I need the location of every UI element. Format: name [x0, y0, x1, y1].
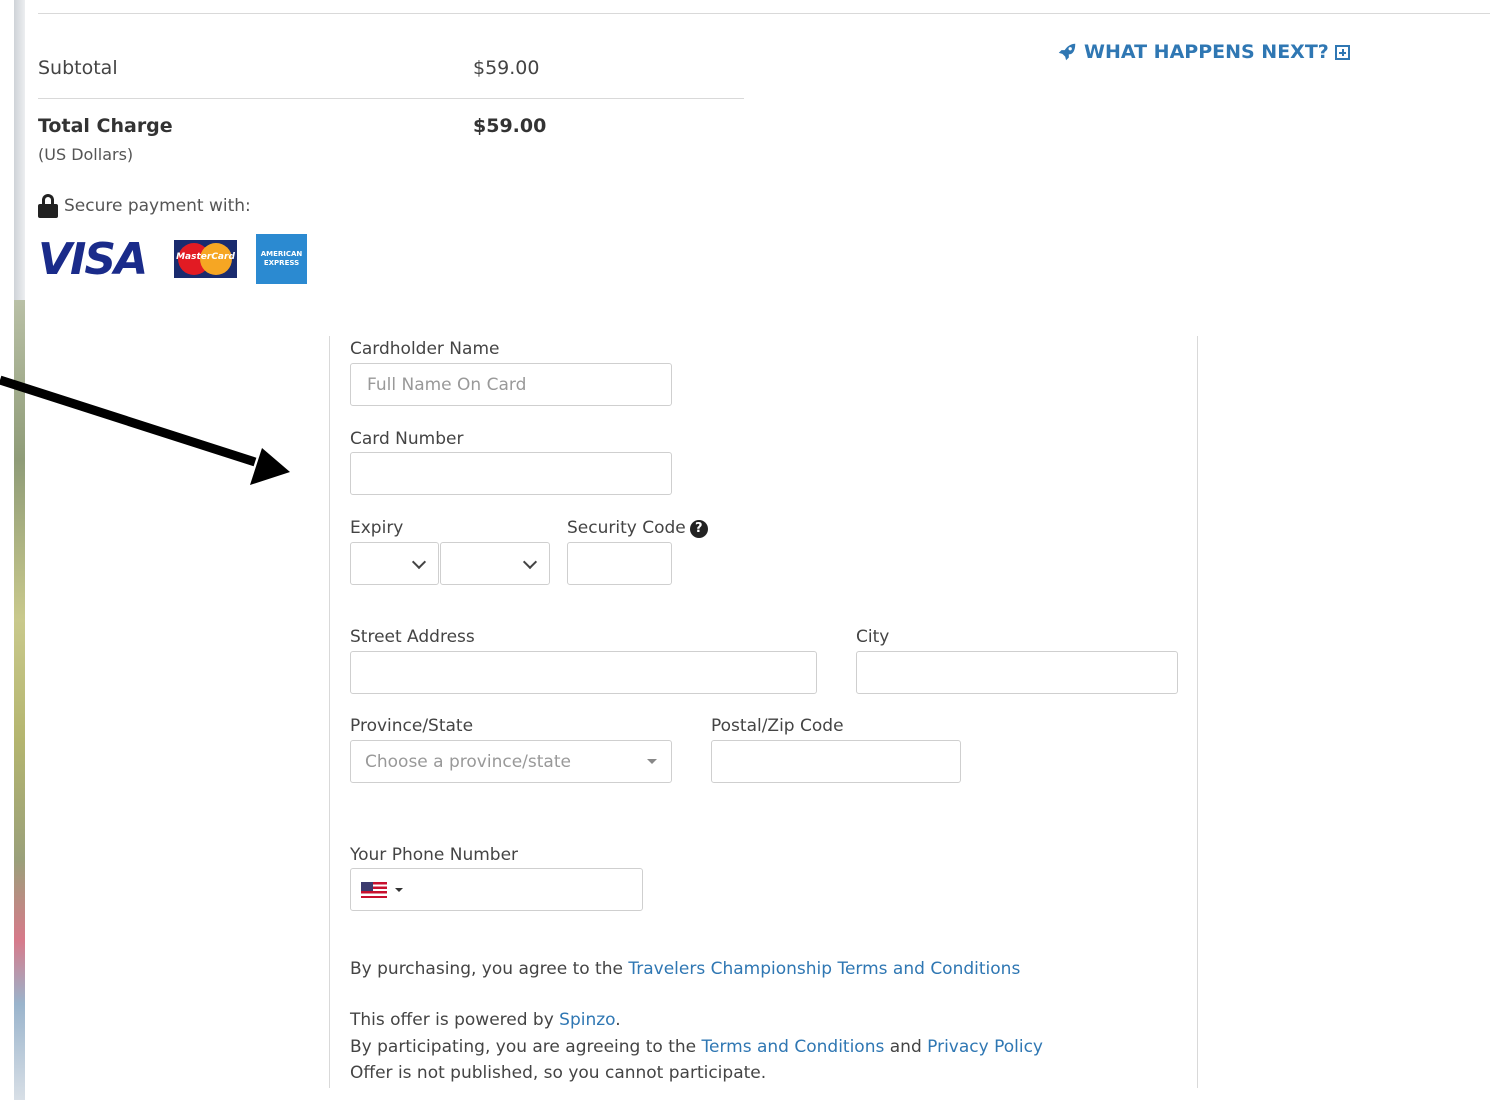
- travelers-terms-link[interactable]: Travelers Championship Terms and Conditi…: [628, 959, 1020, 979]
- secure-payment-label: Secure payment with:: [64, 196, 251, 216]
- security-code-label-wrap: Security Code?: [567, 518, 708, 538]
- us-flag-icon[interactable]: [361, 881, 387, 898]
- purchase-terms-prefix: By purchasing, you agree to the: [350, 959, 629, 979]
- expiry-year-select[interactable]: [440, 542, 550, 585]
- summary-divider: [38, 98, 744, 99]
- province-state-placeholder: Choose a province/state: [365, 751, 571, 772]
- participation-terms-text: By participating, you are agreeing to th…: [350, 1037, 1043, 1057]
- amex-logo: AMERICAN EXPRESS: [256, 234, 307, 284]
- top-divider: [38, 13, 1490, 14]
- what-happens-next-text: WHAT HAPPENS NEXT?: [1084, 41, 1329, 63]
- powered-by-suffix: .: [615, 1010, 621, 1030]
- lock-icon: [38, 194, 58, 218]
- security-code-label: Security Code: [567, 518, 686, 538]
- expiry-label: Expiry: [350, 518, 404, 538]
- city-label: City: [856, 627, 890, 647]
- expiry-month-select[interactable]: [350, 542, 439, 585]
- card-number-input[interactable]: [350, 452, 672, 495]
- terms-and-conditions-link[interactable]: Terms and Conditions: [702, 1037, 885, 1057]
- chevron-down-icon: [411, 554, 427, 569]
- street-address-label: Street Address: [350, 627, 475, 647]
- phone-number-label: Your Phone Number: [350, 845, 519, 865]
- rocket-icon: [1058, 43, 1076, 61]
- chevron-down-icon: [522, 554, 538, 569]
- what-happens-next-link[interactable]: WHAT HAPPENS NEXT?: [1056, 41, 1350, 63]
- form-right-border: [1197, 336, 1198, 1088]
- participation-prefix: By participating, you are agreeing to th…: [350, 1037, 702, 1057]
- mastercard-logo: MasterCard: [174, 240, 237, 278]
- secure-payment: Secure payment with:: [38, 194, 251, 218]
- total-charge-label: Total Charge: [38, 115, 173, 137]
- and-text: and: [884, 1037, 928, 1057]
- spinzo-link[interactable]: Spinzo: [559, 1010, 615, 1030]
- powered-by-prefix: This offer is powered by: [350, 1010, 560, 1030]
- purchase-terms-text: By purchasing, you agree to the Traveler…: [350, 959, 1020, 979]
- cardholder-name-label: Cardholder Name: [350, 339, 500, 359]
- subtotal-label: Subtotal: [38, 57, 118, 79]
- province-state-label: Province/State: [350, 716, 474, 736]
- help-question-icon[interactable]: ?: [689, 520, 708, 538]
- powered-by-text: This offer is powered by Spinzo.: [350, 1010, 621, 1030]
- street-address-input[interactable]: [350, 651, 817, 694]
- total-charge-value: $59.00: [473, 115, 547, 137]
- amex-text: AMERICAN EXPRESS: [260, 250, 303, 267]
- postal-code-input[interactable]: [711, 740, 961, 783]
- currency-note: (US Dollars): [38, 145, 134, 164]
- city-input[interactable]: [856, 651, 1178, 694]
- privacy-policy-link[interactable]: Privacy Policy: [927, 1037, 1043, 1057]
- province-state-select[interactable]: Choose a province/state: [350, 740, 672, 783]
- mastercard-text: MasterCard: [176, 252, 235, 262]
- left-margin: [0, 0, 14, 1099]
- security-code-input[interactable]: [567, 542, 672, 585]
- not-published-notice: Offer is not published, so you cannot pa…: [350, 1063, 767, 1083]
- phone-number-input[interactable]: [350, 868, 643, 911]
- form-left-border: [329, 336, 330, 1088]
- expand-plus-icon: [1334, 44, 1350, 60]
- postal-code-label: Postal/Zip Code: [711, 716, 844, 736]
- caret-down-icon: [647, 759, 657, 764]
- card-number-label: Card Number: [350, 429, 464, 449]
- background-edge: [14, 0, 25, 300]
- cardholder-name-input[interactable]: [350, 363, 672, 406]
- subtotal-value: $59.00: [473, 57, 540, 79]
- caret-down-icon[interactable]: [395, 887, 403, 892]
- visa-logo: VISA: [38, 234, 148, 285]
- annotation-arrow-icon: [0, 375, 290, 485]
